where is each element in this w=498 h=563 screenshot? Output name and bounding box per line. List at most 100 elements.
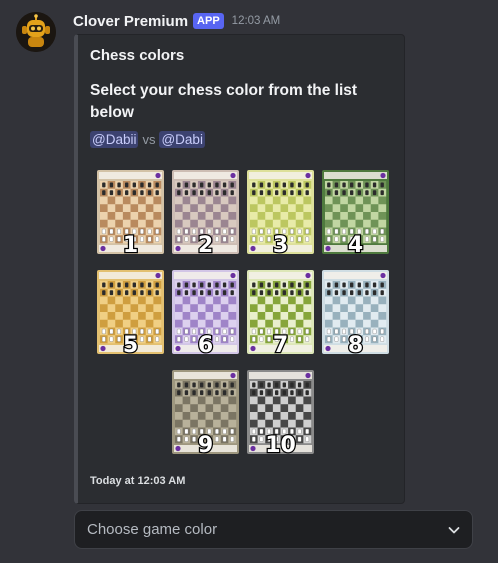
board-square bbox=[138, 312, 146, 320]
board-square bbox=[280, 196, 289, 205]
black-piece bbox=[350, 190, 354, 196]
white-piece bbox=[147, 328, 152, 335]
message-timestamp[interactable]: 12:03 AM bbox=[232, 15, 281, 27]
black-piece bbox=[327, 290, 331, 296]
board-number-label: 5 bbox=[123, 333, 138, 358]
white-piece bbox=[117, 336, 121, 342]
board-square bbox=[153, 296, 162, 305]
board-square bbox=[228, 212, 237, 220]
player-dot bbox=[155, 172, 161, 179]
username[interactable]: Clover Premium bbox=[73, 13, 188, 30]
black-piece bbox=[297, 390, 302, 396]
board-square bbox=[288, 196, 296, 205]
black-piece bbox=[200, 190, 204, 196]
black-piece bbox=[334, 290, 339, 296]
white-piece bbox=[176, 228, 181, 235]
board-square bbox=[295, 319, 304, 328]
board-square bbox=[288, 412, 296, 420]
bot-avatar[interactable] bbox=[16, 12, 56, 52]
board-top-bar bbox=[99, 272, 162, 279]
board-square bbox=[190, 204, 199, 213]
board-square bbox=[107, 196, 116, 205]
board-square bbox=[190, 212, 199, 220]
board-square bbox=[220, 312, 229, 320]
user-mention-2[interactable]: @Dabi bbox=[159, 131, 205, 148]
board-square bbox=[250, 196, 258, 205]
black-piece bbox=[290, 182, 294, 188]
white-piece bbox=[297, 328, 302, 335]
board-square bbox=[280, 404, 289, 413]
white-piece bbox=[215, 436, 219, 442]
board-square bbox=[130, 312, 139, 320]
black-piece bbox=[252, 182, 256, 188]
white-piece bbox=[334, 328, 339, 335]
white-piece bbox=[184, 436, 189, 442]
player-dot bbox=[325, 345, 331, 352]
black-piece bbox=[259, 182, 264, 188]
black-piece bbox=[147, 282, 152, 288]
board-square bbox=[197, 212, 206, 220]
board-square bbox=[190, 396, 199, 405]
white-piece bbox=[192, 328, 196, 335]
board-square bbox=[205, 304, 214, 313]
black-piece bbox=[222, 182, 227, 188]
white-piece bbox=[176, 428, 181, 435]
board-square bbox=[153, 196, 162, 205]
black-piece bbox=[252, 190, 256, 196]
board-square bbox=[265, 296, 274, 305]
black-piece bbox=[282, 390, 286, 396]
board-square bbox=[288, 312, 296, 320]
board-square bbox=[370, 304, 379, 313]
board-square bbox=[378, 296, 387, 305]
board-square bbox=[295, 312, 304, 320]
board-square bbox=[122, 319, 131, 328]
game-color-select[interactable]: Choose game color bbox=[74, 510, 473, 549]
board-square bbox=[332, 196, 341, 205]
board-square bbox=[303, 419, 312, 428]
board-square bbox=[355, 304, 364, 313]
black-piece bbox=[297, 190, 302, 196]
board-square bbox=[347, 296, 356, 305]
black-piece bbox=[147, 290, 152, 296]
black-piece bbox=[334, 182, 339, 188]
board-square bbox=[265, 396, 274, 405]
select-placeholder: Choose game color bbox=[87, 521, 218, 538]
board-square bbox=[228, 296, 237, 305]
white-piece bbox=[372, 328, 377, 335]
black-piece bbox=[252, 382, 256, 388]
chess-color-options-image[interactable]: 1 2 3 4 5 6 7 8 9 10 bbox=[90, 167, 390, 467]
black-piece bbox=[215, 190, 219, 196]
white-piece bbox=[342, 336, 346, 342]
board-square bbox=[130, 212, 139, 220]
board-square bbox=[138, 212, 146, 220]
player-dot bbox=[100, 345, 106, 352]
board-square bbox=[332, 219, 341, 228]
board-square bbox=[213, 196, 221, 205]
white-piece bbox=[305, 328, 310, 335]
white-piece bbox=[222, 336, 227, 342]
white-piece bbox=[117, 236, 121, 242]
white-piece bbox=[215, 236, 219, 242]
black-piece bbox=[230, 382, 234, 388]
white-piece bbox=[230, 428, 235, 435]
board-square bbox=[280, 412, 289, 420]
board-square bbox=[145, 319, 154, 328]
white-piece bbox=[192, 236, 196, 242]
board-square bbox=[213, 319, 221, 328]
board-square bbox=[265, 219, 274, 228]
board-square bbox=[122, 304, 131, 313]
black-piece bbox=[282, 382, 286, 388]
player-dot bbox=[305, 272, 311, 279]
user-mention-1[interactable]: @Dabii bbox=[90, 131, 139, 148]
black-piece bbox=[102, 182, 106, 188]
board-square bbox=[182, 319, 191, 328]
black-piece bbox=[215, 382, 219, 388]
black-piece bbox=[327, 282, 331, 288]
board-square bbox=[325, 212, 333, 220]
black-piece bbox=[282, 282, 286, 288]
board-square bbox=[115, 196, 124, 205]
board-square bbox=[363, 319, 371, 328]
board-square bbox=[213, 304, 221, 313]
board-square bbox=[378, 219, 387, 228]
board-square bbox=[355, 296, 364, 305]
